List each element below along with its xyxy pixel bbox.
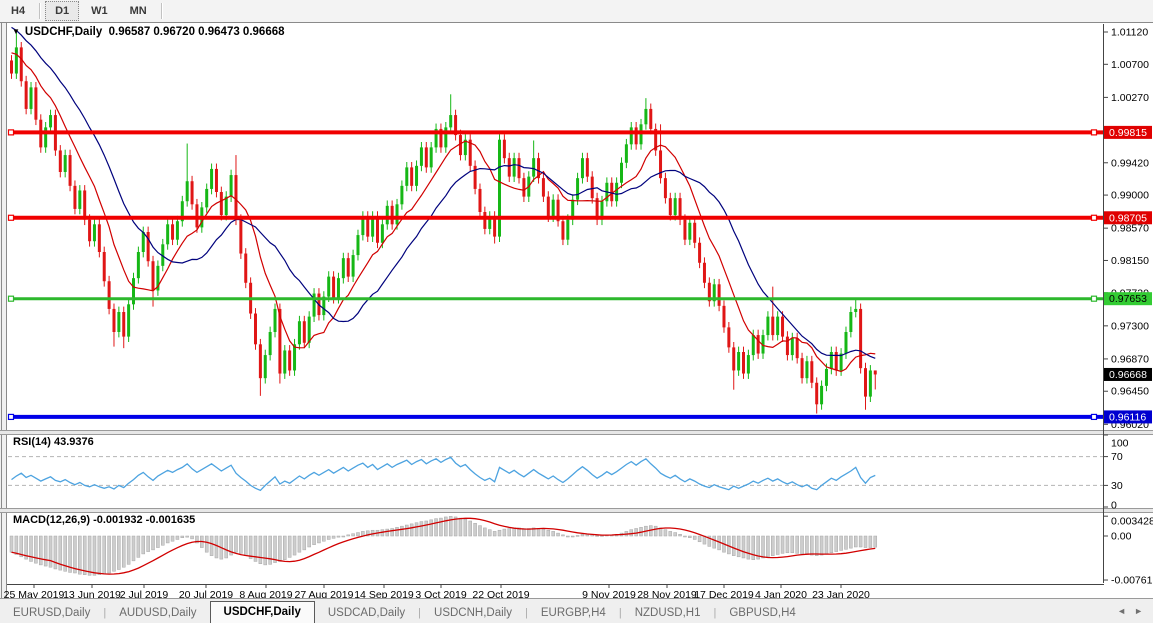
svg-text:-0.007615: -0.007615 xyxy=(1111,575,1153,587)
svg-text:13 Jun 2019: 13 Jun 2019 xyxy=(63,589,121,598)
tab-eurusd[interactable]: EURUSD,Daily xyxy=(0,603,103,623)
chart-title: ▼ USDCHF,Daily 0.96587 0.96720 0.96473 0.… xyxy=(12,26,285,38)
timeframe-button-mn[interactable]: MN xyxy=(120,1,157,21)
svg-text:0.99420: 0.99420 xyxy=(1111,157,1149,169)
svg-text:1.01120: 1.01120 xyxy=(1111,27,1148,39)
svg-text:25 May 2019: 25 May 2019 xyxy=(4,589,65,598)
chart-symbol: USDCHF,Daily xyxy=(25,26,102,38)
timeframe-button-w1[interactable]: W1 xyxy=(81,1,118,21)
tabbar-scroll-right-icon[interactable]: ► xyxy=(1134,606,1143,616)
tab-eurgbp[interactable]: EURGBP,H4 xyxy=(528,603,619,623)
svg-text:1.00270: 1.00270 xyxy=(1111,92,1149,104)
timeframe-button-d1[interactable]: D1 xyxy=(45,1,79,21)
support-line[interactable] xyxy=(8,414,1103,419)
svg-text:0.00: 0.00 xyxy=(1111,531,1132,543)
tab-audusd[interactable]: AUDUSD,Daily xyxy=(106,603,209,623)
macd-indicator-label: MACD(12,26,9) -0.001932 -0.001635 xyxy=(13,514,195,526)
tabbar-scroll-left-icon[interactable]: ◄ xyxy=(1117,606,1126,616)
timeframe-button-h4[interactable]: H4 xyxy=(1,1,35,21)
svg-text:4 Jan 2020: 4 Jan 2020 xyxy=(755,589,807,598)
svg-text:0.96450: 0.96450 xyxy=(1111,386,1149,398)
svg-text:27 Aug 2019: 27 Aug 2019 xyxy=(295,589,354,598)
tab-usdcad[interactable]: USDCAD,Daily xyxy=(315,603,418,623)
toolbar-separator xyxy=(161,3,163,19)
resistance-line-2[interactable] xyxy=(8,215,1103,220)
svg-text:0.98570: 0.98570 xyxy=(1111,223,1149,235)
resistance-1-price-tag: 0.99815 xyxy=(1104,126,1152,139)
symbol-dropdown-icon[interactable]: ▼ xyxy=(12,27,20,36)
tab-nzdusd[interactable]: NZDUSD,H1 xyxy=(622,603,714,623)
chart-ohlc-values: 0.96587 0.96720 0.96473 0.96668 xyxy=(109,26,285,38)
svg-text:8 Aug 2019: 8 Aug 2019 xyxy=(239,589,292,598)
timeframe-toolbar: H4 D1W1MN xyxy=(0,0,1153,23)
svg-text:22 Oct 2019: 22 Oct 2019 xyxy=(472,589,529,598)
tabbar-scroll-arrows: ◄► xyxy=(1117,599,1143,623)
svg-text:70: 70 xyxy=(1111,451,1123,463)
svg-text:0.003428: 0.003428 xyxy=(1111,516,1153,528)
svg-text:3 Oct 2019: 3 Oct 2019 xyxy=(415,589,467,598)
svg-text:20 Jul 2019: 20 Jul 2019 xyxy=(179,589,233,598)
support-price-tag: 0.96116 xyxy=(1104,410,1152,423)
toolbar-separator xyxy=(39,3,41,19)
svg-text:0.97300: 0.97300 xyxy=(1111,320,1149,332)
chart-canvas[interactable]: 1.01120 1.00700 1.00270 0.99420 0.99000 0.985… xyxy=(0,22,1153,598)
svg-text:14 Sep 2019: 14 Sep 2019 xyxy=(354,589,414,598)
chart-window: 1.01120 1.00700 1.00270 0.99420 0.99000 0.985… xyxy=(0,22,1153,598)
svg-text:28 Nov 2019: 28 Nov 2019 xyxy=(637,589,697,598)
svg-text:0: 0 xyxy=(1111,500,1117,512)
resistance-2-price-tag: 0.98705 xyxy=(1104,211,1152,224)
svg-text:23 Jan 2020: 23 Jan 2020 xyxy=(812,589,870,598)
svg-text:0.97653: 0.97653 xyxy=(1109,293,1147,305)
svg-text:0.99000: 0.99000 xyxy=(1111,190,1149,202)
svg-text:30: 30 xyxy=(1111,480,1123,492)
rsi-indicator-label: RSI(14) 43.9376 xyxy=(13,436,94,448)
svg-text:0.98705: 0.98705 xyxy=(1109,212,1147,224)
svg-text:0.99815: 0.99815 xyxy=(1109,127,1147,139)
svg-text:1.00700: 1.00700 xyxy=(1111,59,1149,71)
svg-text:0.96870: 0.96870 xyxy=(1111,353,1149,365)
svg-text:0.96116: 0.96116 xyxy=(1109,411,1146,423)
symbol-tabbar: EURUSD,Daily|AUDUSD,DailyUSDCHF,DailyUSD… xyxy=(0,598,1153,623)
resistance-line-1[interactable] xyxy=(8,130,1103,135)
svg-text:17 Dec 2019: 17 Dec 2019 xyxy=(694,589,754,598)
svg-text:2 Jul 2019: 2 Jul 2019 xyxy=(120,589,169,598)
tab-usdchf[interactable]: USDCHF,Daily xyxy=(210,601,315,623)
svg-text:9 Nov 2019: 9 Nov 2019 xyxy=(582,589,636,598)
svg-text:0.96668: 0.96668 xyxy=(1109,369,1147,381)
tab-gbpusd[interactable]: GBPUSD,H4 xyxy=(716,603,808,623)
current-price-tag: 0.96668 xyxy=(1104,368,1152,381)
svg-text:100: 100 xyxy=(1111,438,1129,450)
tab-usdcnh[interactable]: USDCNH,Daily xyxy=(421,603,525,623)
pivot-price-tag: 0.97653 xyxy=(1104,292,1152,305)
svg-text:0.98150: 0.98150 xyxy=(1111,255,1149,267)
